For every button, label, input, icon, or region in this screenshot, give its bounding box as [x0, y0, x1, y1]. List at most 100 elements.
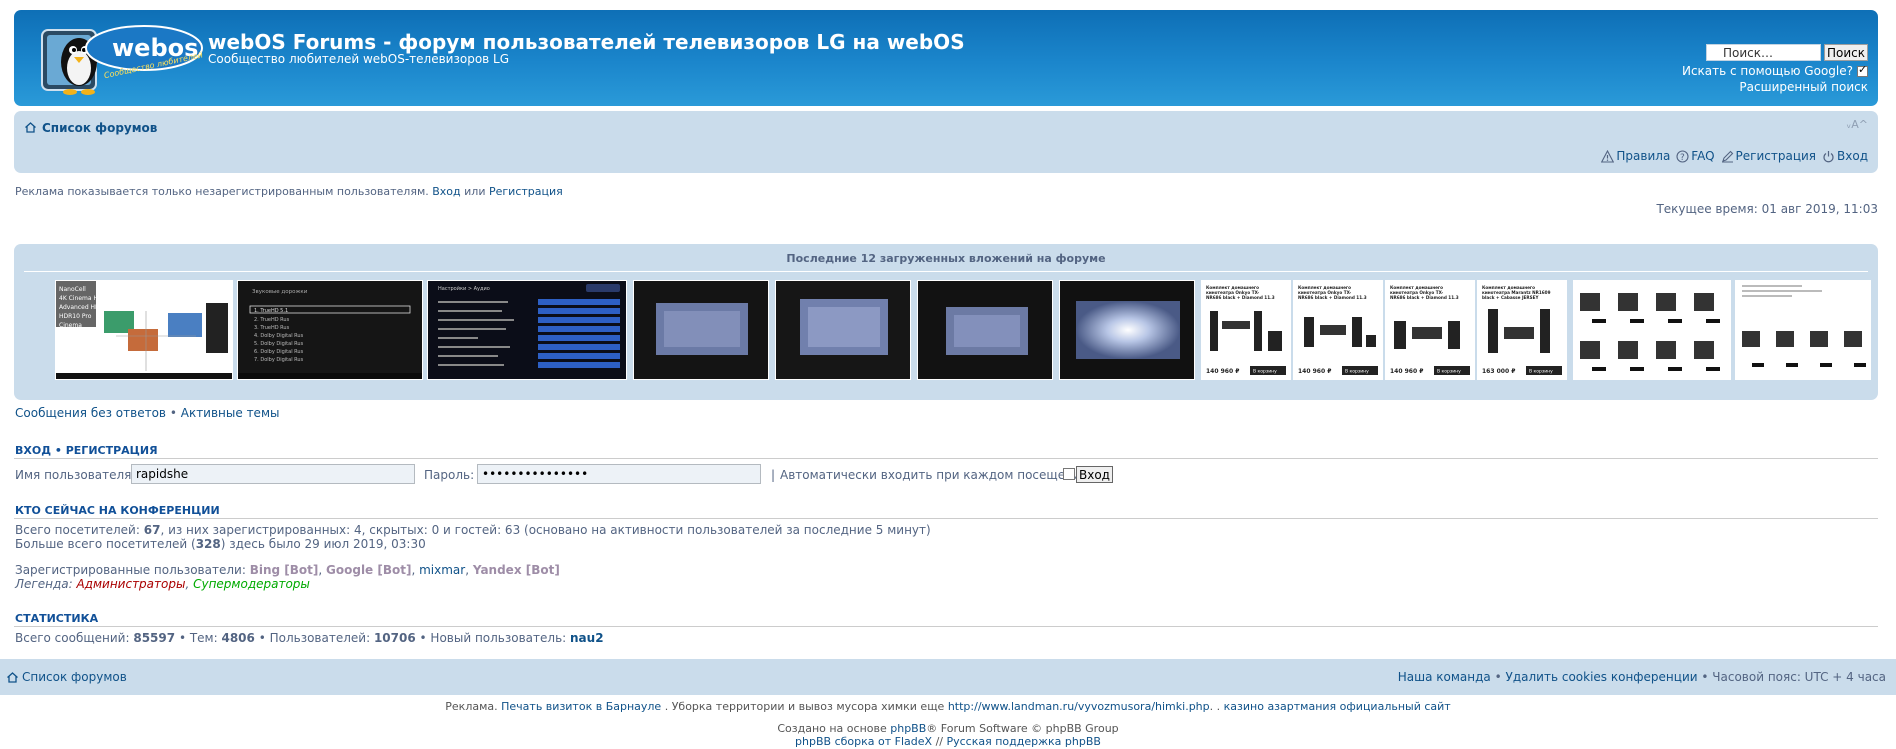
attachment-thumbnail[interactable]: [775, 280, 911, 380]
svg-text:140 960 ₽: 140 960 ₽: [1298, 368, 1331, 375]
svg-text:NanoCell: NanoCell: [59, 286, 86, 293]
svg-text:4. Dolby Digital Rus: 4. Dolby Digital Rus: [254, 333, 304, 339]
phpbb-link[interactable]: phpBB: [890, 722, 926, 735]
auto-login-label: Автоматически входить при каждом посещен…: [780, 468, 1089, 482]
footer-links: Наша команда • Удалить cookies конференц…: [1397, 670, 1886, 684]
build-link[interactable]: phpBB сборка от: [795, 735, 891, 748]
site-header: webos Сообщество любителей webOS Forums …: [14, 10, 1878, 106]
attachment-thumbnails: NanoCell 4K Cinema HDR Advanced HDR HDR1…: [41, 280, 1871, 380]
delete-cookies-link[interactable]: Удалить cookies конференции: [1506, 670, 1698, 684]
ad-register-link[interactable]: Регистрация: [489, 185, 563, 198]
stats-divider: [14, 626, 1878, 627]
legend-admin-link[interactable]: Администраторы: [76, 577, 185, 591]
attachment-thumbnail[interactable]: [1573, 280, 1731, 380]
recent-attachments-title: Последние 12 загруженных вложений на фор…: [24, 252, 1868, 272]
legend: Легенда: Администраторы, Супермодераторы: [15, 577, 310, 591]
newest-user-link[interactable]: nau2: [570, 631, 604, 645]
question-icon: ?: [1676, 149, 1689, 163]
site-logo[interactable]: webos Сообщество любителей: [34, 16, 214, 102]
copyright: Создано на основе phpBB® Forum Software …: [777, 722, 1119, 735]
ad-link[interactable]: http://www.landman.ru/vyvozmusora/himki.…: [948, 700, 1210, 713]
online-record: Больше всего посетителей (328) здесь был…: [15, 537, 426, 551]
legend-mod-link[interactable]: Супермодераторы: [193, 577, 310, 591]
svg-text:Звуковые дорожки: Звуковые дорожки: [252, 289, 308, 295]
login-title-link[interactable]: ВХОД: [15, 444, 51, 457]
login-form: Имя пользователя: Пароль: | Автоматическ…: [15, 464, 1875, 486]
password-label: Пароль:: [424, 468, 475, 482]
search-button[interactable]: Поиск: [1824, 44, 1868, 61]
google-search-checkbox[interactable]: [1857, 63, 1868, 77]
attachment-thumbnail[interactable]: NanoCell 4K Cinema HDR Advanced HDR HDR1…: [55, 280, 233, 380]
svg-text:140 960 ₽: 140 960 ₽: [1390, 368, 1423, 375]
login-button[interactable]: Вход: [1076, 466, 1113, 483]
username-field[interactable]: [131, 464, 415, 484]
user-link[interactable]: mixmar: [419, 563, 465, 577]
attachment-thumbnail[interactable]: [633, 280, 769, 380]
team-link[interactable]: Наша команда: [1398, 670, 1491, 684]
unanswered-posts-link[interactable]: Сообщения без ответов: [15, 406, 166, 420]
attachment-thumbnail[interactable]: [1059, 280, 1195, 380]
register-icon: [1721, 150, 1733, 162]
russian-support-link[interactable]: Русская поддержка phpBB: [946, 735, 1100, 748]
attachment-thumbnail[interactable]: Комплект домашнего кинотеатра Onkyo TX- …: [1293, 280, 1383, 380]
timezone-text: • Часовой пояс: UTC + 4 часа: [1701, 670, 1886, 684]
svg-text:1. TrueHD 5.1: 1. TrueHD 5.1: [254, 308, 288, 314]
svg-text:В корзину: В корзину: [1437, 369, 1461, 375]
svg-text:В корзину: В корзину: [1529, 369, 1553, 375]
online-divider: [14, 518, 1878, 519]
quick-search-links: Сообщения без ответов • Активные темы: [15, 406, 280, 420]
svg-text:140 960 ₽: 140 960 ₽: [1206, 368, 1239, 375]
svg-text:black + Cabasse JERSEY: black + Cabasse JERSEY: [1482, 295, 1539, 300]
footer-forum-index-link[interactable]: Список форумов: [22, 670, 127, 684]
attachment-thumbnail[interactable]: Комплект домашнего кинотеатра Onkyo TX- …: [1385, 280, 1475, 380]
svg-text:В корзину: В корзину: [1345, 369, 1369, 375]
user-link[interactable]: Bing [Bot]: [250, 563, 319, 577]
site-description: Сообщество любителей webOS-телевизоров L…: [208, 52, 510, 66]
online-section-title: КТО СЕЙЧАС НА КОНФЕРЕНЦИИ: [15, 504, 220, 517]
svg-text:Настройки > Аудио: Настройки > Аудио: [438, 285, 490, 292]
font-resize-control[interactable]: ᵥA^: [1847, 118, 1868, 131]
nav-links: Правила ? FAQ Регистрация Вход: [1601, 149, 1868, 163]
forum-index-link[interactable]: Список форумов: [42, 121, 157, 135]
attachment-thumbnail[interactable]: Звуковые дорожки 1. TrueHD 5.1 2. TrueHD…: [237, 280, 423, 380]
register-title-link[interactable]: РЕГИСТРАЦИЯ: [66, 444, 158, 457]
ad-login-link[interactable]: Вход: [432, 185, 460, 198]
user-link[interactable]: Yandex [Bot]: [473, 563, 560, 577]
attachment-thumbnail[interactable]: Комплект домашнего кинотеатра Marantz NR…: [1477, 280, 1567, 380]
svg-text:Cinema: Cinema: [59, 322, 82, 329]
login-section-title: ВХОД • РЕГИСТРАЦИЯ: [15, 444, 158, 457]
advanced-search-link[interactable]: Расширенный поиск: [1739, 80, 1868, 94]
attachment-thumbnail[interactable]: Настройки > Аудио: [427, 280, 627, 380]
svg-text:В корзину: В корзину: [1253, 369, 1277, 375]
current-time: Текущее время: 01 авг 2019, 11:03: [1656, 202, 1878, 216]
registered-users: Зарегистрированные пользователи: Bing [B…: [15, 563, 560, 577]
ad-notice: Реклама показывается только незарегистри…: [15, 185, 563, 198]
register-link[interactable]: Регистрация: [1721, 149, 1816, 163]
faq-link[interactable]: ? FAQ: [1676, 149, 1715, 163]
build-credits: phpBB сборка от FladeX // Русская поддер…: [795, 735, 1101, 748]
attachment-thumbnail[interactable]: [917, 280, 1053, 380]
login-divider: [14, 458, 1878, 459]
attachment-thumbnail[interactable]: [1735, 280, 1871, 380]
search-input[interactable]: [1706, 44, 1821, 61]
svg-text:HDR10 Pro: HDR10 Pro: [59, 313, 92, 320]
svg-text:3. TrueHD Rus: 3. TrueHD Rus: [254, 325, 290, 331]
rules-link[interactable]: Правила: [1601, 149, 1670, 163]
svg-text:NR686 black + Diamond 11.3: NR686 black + Diamond 11.3: [1298, 295, 1367, 300]
home-icon: [25, 122, 36, 133]
ad-link[interactable]: Печать визиток в Барнауле: [501, 700, 661, 713]
online-total: Всего посетителей: 67, из них зарегистри…: [15, 523, 931, 537]
svg-text:NR686 black + Diamond 11.3: NR686 black + Diamond 11.3: [1390, 295, 1459, 300]
password-field[interactable]: [477, 464, 761, 484]
google-search-label: Искать с помощью Google?: [1681, 64, 1853, 78]
username-label: Имя пользователя:: [15, 468, 136, 482]
site-title[interactable]: webOS Forums - форум пользователей телев…: [208, 30, 965, 54]
user-link[interactable]: Google [Bot]: [326, 563, 411, 577]
active-topics-link[interactable]: Активные темы: [181, 406, 280, 420]
auto-login-checkbox[interactable]: [1063, 468, 1075, 480]
svg-text:Advanced HDR: Advanced HDR: [59, 304, 104, 311]
login-link[interactable]: Вход: [1822, 149, 1868, 163]
fladex-link[interactable]: FladeX: [895, 735, 932, 748]
ad-link[interactable]: казино азартмания официальный сайт: [1224, 700, 1451, 713]
attachment-thumbnail[interactable]: Комплект домашнего кинотеатра Onkyo TX- …: [1201, 280, 1291, 380]
